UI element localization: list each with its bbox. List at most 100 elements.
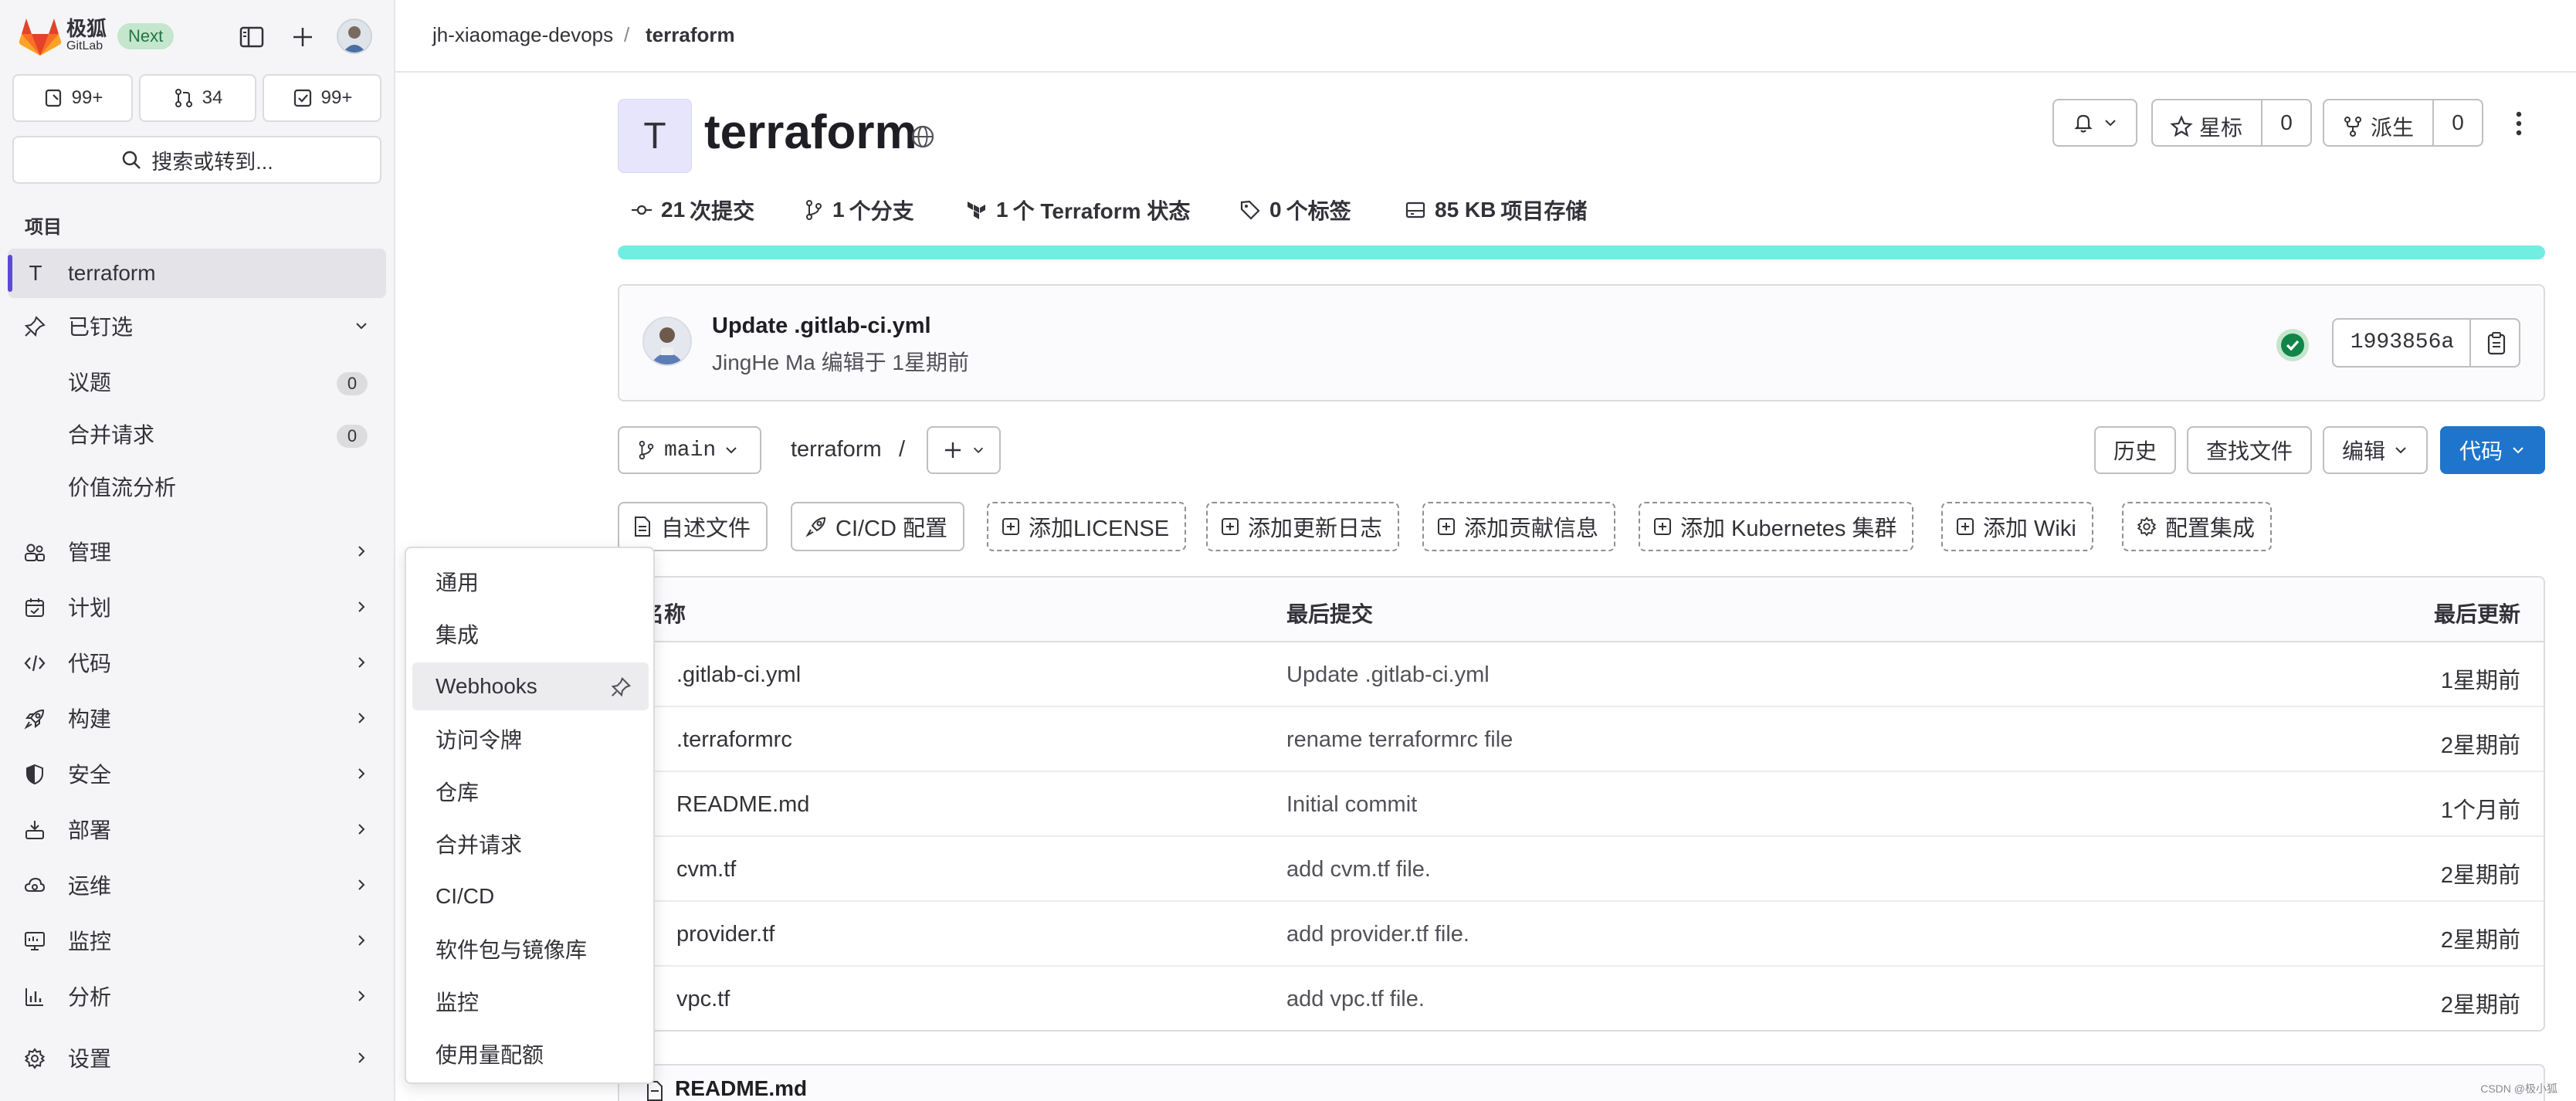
- sidebar-pinned-label: 已钉选: [68, 315, 134, 339]
- pin-icon: [24, 316, 46, 337]
- user-avatar[interactable]: [337, 19, 372, 54]
- file-commit-message[interactable]: Initial commit: [1286, 792, 1417, 818]
- commit-title[interactable]: Update .gitlab-ci.yml: [712, 313, 931, 339]
- sidebar-item-deploy[interactable]: 部署: [8, 805, 386, 854]
- add-kubernetes-cluster-button[interactable]: 添加 Kubernetes 集群: [1639, 502, 1914, 551]
- table-row[interactable]: README.md Initial commit 1个月前: [619, 772, 2544, 837]
- commit-author-avatar[interactable]: [642, 317, 692, 366]
- add-contributing-button[interactable]: 添加贡献信息: [1422, 502, 1616, 551]
- create-new-icon[interactable]: [287, 22, 318, 53]
- file-commit-message[interactable]: Update .gitlab-ci.yml: [1286, 662, 1490, 688]
- next-badge[interactable]: Next: [117, 23, 175, 49]
- file-name[interactable]: README.md: [676, 792, 809, 818]
- todos-count: 99+: [320, 87, 353, 108]
- more-actions-icon[interactable]: [2508, 110, 2530, 137]
- configure-integrations-button[interactable]: 配置集成: [2122, 502, 2273, 551]
- path-root[interactable]: terraform: [791, 437, 882, 462]
- code-dropdown-button[interactable]: 代码: [2440, 426, 2545, 474]
- file-updated: 1个月前: [2440, 798, 2520, 823]
- file-commit-message[interactable]: add provider.tf file.: [1286, 922, 1469, 947]
- fork-count[interactable]: 0: [2432, 100, 2482, 145]
- stat-tags[interactable]: 0 个标签: [1239, 195, 1351, 225]
- menu-item-packages-registries[interactable]: 软件包与镜像库: [412, 925, 649, 973]
- stat-storage[interactable]: 85 KB 项目存储: [1404, 195, 1587, 225]
- menu-item-general[interactable]: 通用: [412, 557, 649, 605]
- sidebar-item-plan[interactable]: 计划: [8, 582, 386, 632]
- menu-item-access-tokens[interactable]: 访问令牌: [412, 715, 649, 763]
- notification-button[interactable]: [2052, 99, 2137, 147]
- file-tree-table: 名称 最后提交 最后更新 .gitlab-ci.yml Update .gitl…: [618, 576, 2545, 1032]
- commit-sha[interactable]: 1993856a: [2335, 320, 2471, 366]
- menu-item-monitor[interactable]: 监控: [412, 977, 649, 1025]
- sidebar-item-operate[interactable]: 运维: [8, 860, 386, 910]
- table-row[interactable]: vpc.tf add vpc.tf file. 2星期前: [619, 967, 2544, 1030]
- add-to-tree-button[interactable]: [927, 426, 1001, 474]
- commit-author[interactable]: JingHe Ma: [712, 351, 815, 374]
- last-commit-panel: Update .gitlab-ci.yml JingHe Ma 编辑于 1星期前…: [618, 284, 2545, 401]
- branch-selector[interactable]: main: [618, 426, 761, 474]
- sidebar-item-manage[interactable]: 管理: [8, 527, 386, 576]
- add-wiki-button[interactable]: 添加 Wiki: [1941, 502, 2093, 551]
- menu-item-usage-quotas[interactable]: 使用量配额: [412, 1030, 649, 1078]
- stat-commits[interactable]: 21 次提交: [630, 195, 754, 225]
- sidebar-item-secure[interactable]: 安全: [8, 749, 386, 798]
- add-changelog-button[interactable]: 添加更新日志: [1206, 502, 1400, 551]
- menu-item-webhooks[interactable]: Webhooks: [412, 662, 649, 710]
- breadcrumb-group[interactable]: jh-xiaomage-devops: [432, 23, 613, 47]
- add-license-button[interactable]: 添加LICENSE: [987, 502, 1187, 551]
- search-button[interactable]: 搜索或转到...: [12, 136, 381, 184]
- sidebar-item-merge-requests[interactable]: 合并请求 0: [8, 409, 386, 459]
- star-count[interactable]: 0: [2261, 100, 2310, 145]
- file-name[interactable]: vpc.tf: [676, 987, 730, 1012]
- merge-requests-counter[interactable]: 34: [139, 74, 256, 122]
- pin-icon[interactable]: [610, 676, 632, 698]
- file-commit-message[interactable]: add vpc.tf file.: [1286, 987, 1425, 1012]
- readme-button[interactable]: 自述文件: [618, 502, 768, 551]
- file-commit-message[interactable]: rename terraformrc file: [1286, 727, 1513, 753]
- sidebar-item-issues[interactable]: 议题 0: [8, 357, 386, 406]
- pipeline-passed-icon[interactable]: [2275, 327, 2310, 363]
- commit-icon: [632, 205, 652, 215]
- sidebar-item-settings[interactable]: 设置: [8, 1033, 386, 1082]
- file-name[interactable]: cvm.tf: [676, 857, 736, 882]
- readme-header: README.md: [618, 1064, 2545, 1101]
- sidebar-item-project[interactable]: T terraform: [8, 249, 386, 298]
- copy-icon[interactable]: [2483, 330, 2510, 357]
- file-name[interactable]: .terraformrc: [676, 727, 792, 753]
- star-button[interactable]: 星标 0: [2151, 99, 2312, 147]
- cicd-config-button[interactable]: CI/CD 配置: [791, 502, 965, 551]
- sidebar-item-analyze[interactable]: 分析: [8, 971, 386, 1021]
- storage-progress-fill: [618, 246, 2545, 259]
- readme-title[interactable]: README.md: [675, 1076, 807, 1101]
- find-file-button[interactable]: 查找文件: [2187, 426, 2312, 474]
- edit-dropdown-button[interactable]: 编辑: [2323, 426, 2428, 474]
- history-button[interactable]: 历史: [2094, 426, 2176, 474]
- stat-branches[interactable]: 1 个分支: [803, 195, 914, 225]
- sidebar-item-build[interactable]: 构建: [8, 693, 386, 743]
- sidebar-item-code[interactable]: 代码: [8, 638, 386, 687]
- menu-item-cicd[interactable]: CI/CD: [412, 872, 649, 920]
- table-row[interactable]: .terraformrc rename terraformrc file 2星期…: [619, 707, 2544, 772]
- table-row[interactable]: cvm.tf add cvm.tf file. 2星期前: [619, 837, 2544, 902]
- stat-branches-label: 个分支: [849, 199, 914, 223]
- todos-counter[interactable]: 99+: [263, 74, 381, 122]
- sidebar-item-pinned[interactable]: 已钉选: [8, 301, 386, 351]
- sidebar-item-value-stream[interactable]: 价值流分析: [8, 462, 386, 511]
- fork-button[interactable]: 派生 0: [2323, 99, 2483, 147]
- file-commit-message[interactable]: add cvm.tf file.: [1286, 857, 1431, 882]
- file-name[interactable]: .gitlab-ci.yml: [676, 662, 801, 688]
- breadcrumb-project[interactable]: terraform: [646, 23, 735, 47]
- menu-item-integrations[interactable]: 集成: [412, 610, 649, 658]
- stat-terraform[interactable]: 1个 Terraform 状态: [965, 195, 1190, 225]
- table-row[interactable]: .gitlab-ci.yml Update .gitlab-ci.yml 1星期…: [619, 642, 2544, 707]
- sidebar-item-monitor[interactable]: 监控: [8, 916, 386, 965]
- issues-counter[interactable]: 99+: [12, 74, 133, 122]
- gitlab-logo-icon[interactable]: [19, 17, 62, 57]
- table-row[interactable]: provider.tf add provider.tf file. 2星期前: [619, 902, 2544, 967]
- menu-item-repository[interactable]: 仓库: [412, 767, 649, 815]
- edit-label: 编辑: [2341, 439, 2385, 463]
- sidebar-toggle-icon[interactable]: [236, 22, 267, 53]
- stat-storage-label: 项目存储: [1500, 199, 1588, 223]
- menu-item-merge-requests[interactable]: 合并请求: [412, 820, 649, 868]
- file-name[interactable]: provider.tf: [676, 922, 774, 947]
